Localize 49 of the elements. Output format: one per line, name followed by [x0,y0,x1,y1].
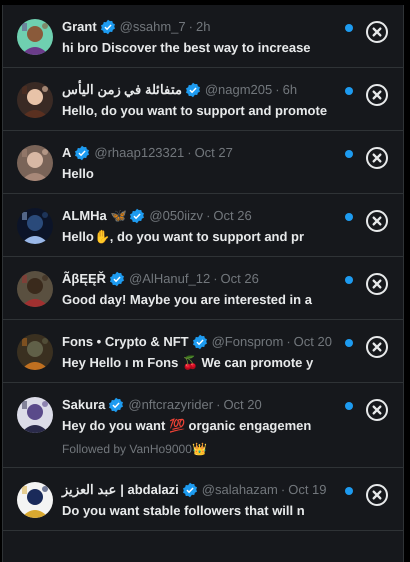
close-button[interactable] [365,209,389,233]
separator-dot: · [275,81,280,99]
user-handle: @salahazam [202,481,278,499]
sender-name: Sakura [62,396,106,414]
separator-dot: · [188,18,193,36]
close-button[interactable] [365,146,389,170]
message-preview: Hello [62,165,94,183]
message-preview: Hello✋, do you want to support and pr [62,228,304,246]
message-time: 6h [282,81,298,99]
sender-name: Grant [62,18,97,36]
message-time: Oct 27 [194,144,233,162]
user-handle: @nftcrazyrider [128,396,214,414]
separator-dot: · [187,144,192,162]
message-time: Oct 26 [220,270,259,288]
user-handle: @ssahm_7 [120,18,186,36]
sender-name: ÃβĘĘŘ [62,270,106,288]
user-handle: @Fonsprom [212,333,284,351]
message-preview: Do you want stable followers that will n [62,502,305,520]
message-preview: hi bro Discover the best way to increase [62,39,311,57]
separator-dot: · [280,481,286,499]
message-preview: Hello, do you want to support and promote [62,102,328,120]
separator-dot: · [206,207,210,225]
user-handle: @050iizv [149,207,204,225]
message-time: 2h [196,18,210,36]
close-button[interactable] [365,335,389,359]
close-button[interactable] [365,398,389,422]
message-time: Oct 19 [288,481,326,499]
close-button[interactable] [365,83,389,107]
close-button[interactable] [365,20,389,44]
user-handle: @nagm205 [204,81,272,99]
message-preview: Hey do you want 💯 organic engagemen [62,417,312,435]
sender-name: عبد العزيز | abdalazi [62,481,179,499]
message-preview: Hey Hello ı m Fons 🍒 We can promote y [62,354,314,372]
sender-name: A [62,144,72,162]
user-handle: @AlHanuf_12 [129,270,210,288]
sender-name: Fons • Crypto & NFT [62,333,189,351]
message-preview: Good day! Maybe you are interested in a [62,291,312,309]
separator-dot: · [213,270,218,288]
message-time: Oct 20 [294,333,332,351]
separator-dot: · [216,396,220,414]
separator-dot: · [286,333,291,351]
sender-name: ALMHa 🦋 [62,207,126,225]
user-handle: @rhaap123321 [94,144,184,162]
close-button[interactable] [365,483,389,507]
message-time: Oct 20 [223,396,262,414]
sender-name: متفائلة في زمن اليأس [62,81,182,99]
message-time: Oct 26 [213,207,252,225]
followed-by-note: Followed by VanHo9000👑 [62,441,207,457]
close-button[interactable] [365,272,389,296]
